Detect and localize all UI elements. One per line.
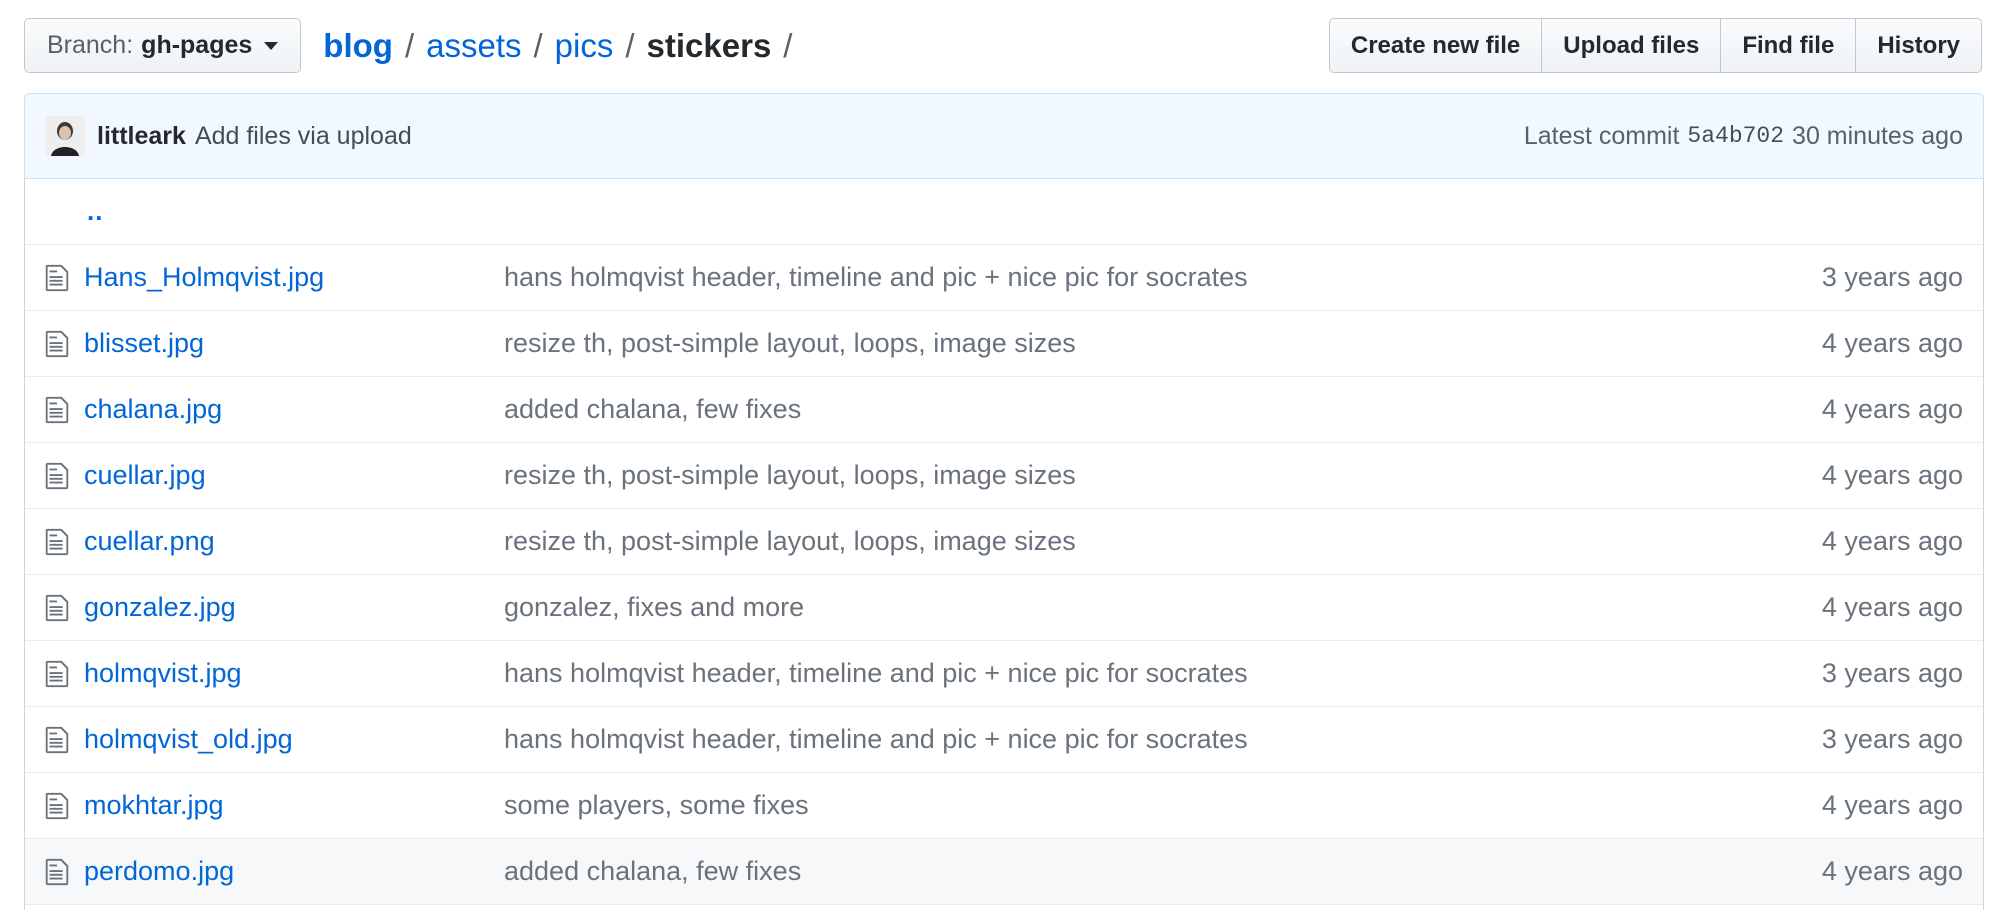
file-age: 4 years ago: [1821, 460, 1963, 490]
file-commit-message-link[interactable]: hans holmqvist header, timeline and pic …: [504, 658, 1822, 689]
breadcrumb-separator: /: [533, 27, 543, 64]
table-row: chalana.jpg added chalana, few fixes 4 y…: [25, 377, 1983, 443]
table-row: Hans_Holmqvist.jpg hans holmqvist header…: [25, 245, 1983, 311]
file-commit-message-link[interactable]: added chalana, few fixes: [504, 856, 1822, 887]
table-row: holmqvist_old.jpg hans holmqvist header,…: [25, 707, 1983, 773]
file-name-link[interactable]: Hans_Holmqvist.jpg: [84, 262, 504, 293]
file-name-link[interactable]: perdomo.jpg: [84, 856, 504, 887]
file-commit-message-link[interactable]: resize th, post-simple layout, loops, im…: [504, 328, 1822, 359]
breadcrumb: blog / assets / pics / stickers /: [323, 29, 804, 62]
table-row: cuellar.png resize th, post-simple layou…: [25, 509, 1983, 575]
commit-meta: Latest commit 5a4b702 30 minutes ago: [1524, 122, 1963, 151]
file-age: 4 years ago: [1821, 394, 1963, 424]
file-text-icon: [45, 329, 73, 359]
file-age: 3 years ago: [1821, 724, 1963, 754]
file-text-icon: [45, 659, 73, 689]
file-commit-message-link[interactable]: resize th, post-simple layout, loops, im…: [504, 460, 1822, 491]
file-commit-message-link[interactable]: added chalana, few fixes: [504, 394, 1822, 425]
parent-directory-link[interactable]: ..: [87, 196, 103, 227]
file-age: 4 years ago: [1821, 526, 1963, 556]
breadcrumb-repo-link[interactable]: blog: [323, 29, 393, 62]
latest-commit-bar: littleark Add files via upload Latest co…: [24, 93, 1984, 179]
commit-sha-link[interactable]: 5a4b702: [1687, 123, 1784, 149]
file-name-link[interactable]: blisset.jpg: [84, 328, 504, 359]
upload-files-button[interactable]: Upload files: [1541, 18, 1722, 73]
commit-author-link[interactable]: littleark: [97, 122, 186, 151]
table-row: holmqvist.jpg hans holmqvist header, tim…: [25, 641, 1983, 707]
file-text-icon: [45, 527, 73, 557]
table-row: gonzalez.jpg gonzalez, fixes and more 4 …: [25, 575, 1983, 641]
history-button[interactable]: History: [1855, 18, 1982, 73]
file-name-link[interactable]: cuellar.png: [84, 526, 504, 557]
file-list: .. Hans_Holmqvist.jpg hans holmqvist hea…: [24, 179, 1984, 910]
file-commit-message-link[interactable]: gonzalez, fixes and more: [504, 592, 1822, 623]
file-name-link[interactable]: holmqvist_old.jpg: [84, 724, 504, 755]
breadcrumb-assets-link[interactable]: assets: [426, 29, 521, 62]
file-age: 4 years ago: [1821, 856, 1963, 886]
breadcrumb-separator: /: [404, 27, 415, 64]
file-name-link[interactable]: holmqvist.jpg: [84, 658, 504, 689]
file-navigation: Branch: gh-pages blog / assets / pics / …: [24, 18, 1982, 73]
avatar[interactable]: [45, 116, 85, 156]
breadcrumb-separator: /: [625, 27, 635, 64]
file-text-icon: [45, 263, 73, 293]
file-age: 3 years ago: [1821, 658, 1963, 688]
table-row: mokhtar.jpg some players, some fixes 4 y…: [25, 773, 1983, 839]
file-commit-message-link[interactable]: hans holmqvist header, timeline and pic …: [504, 262, 1822, 293]
file-age: 4 years ago: [1821, 592, 1963, 622]
create-new-file-button[interactable]: Create new file: [1328, 18, 1543, 73]
file-text-icon: [45, 791, 73, 821]
file-name-link[interactable]: mokhtar.jpg: [84, 790, 504, 821]
file-commit-message-link[interactable]: hans holmqvist header, timeline and pic …: [504, 724, 1822, 755]
file-age: 3 years ago: [1821, 262, 1963, 292]
commit-message-link[interactable]: Add files via upload: [195, 122, 412, 151]
latest-commit-label: Latest commit: [1523, 121, 1680, 150]
breadcrumb-current-dir: stickers: [646, 27, 772, 64]
file-name-link[interactable]: cuellar.jpg: [84, 460, 504, 491]
branch-select-button[interactable]: Branch: gh-pages: [24, 18, 302, 73]
file-text-icon: [45, 857, 73, 887]
file-text-icon: [45, 461, 73, 491]
file-text-icon: [45, 395, 73, 425]
file-age: 4 years ago: [1821, 328, 1963, 358]
file-text-icon: [45, 593, 73, 623]
branch-name: gh-pages: [141, 31, 253, 59]
file-age: 4 years ago: [1821, 790, 1963, 820]
breadcrumb-pics-link[interactable]: pics: [555, 29, 614, 62]
file-commit-message-link[interactable]: some players, some fixes: [504, 790, 1822, 821]
file-actions-group: Create new file Upload files Find file H…: [1328, 18, 1982, 73]
repo-file-browser: Branch: gh-pages blog / assets / pics / …: [0, 0, 2002, 910]
table-row: perdomo.jpg added chalana, few fixes 4 y…: [25, 839, 1983, 905]
table-row: cuellar.jpg resize th, post-simple layou…: [25, 443, 1983, 509]
file-name-link[interactable]: chalana.jpg: [84, 394, 504, 425]
branch-label: Branch:: [47, 31, 134, 59]
file-text-icon: [45, 725, 73, 755]
file-commit-message-link[interactable]: resize th, post-simple layout, loops, im…: [504, 526, 1822, 557]
breadcrumb-separator: /: [783, 27, 793, 64]
commit-time: 30 minutes ago: [1792, 121, 1963, 150]
parent-directory-row: ..: [25, 179, 1983, 245]
find-file-button[interactable]: Find file: [1720, 18, 1857, 73]
caret-down-icon: [264, 41, 279, 50]
file-name-link[interactable]: gonzalez.jpg: [84, 592, 504, 623]
table-row: blisset.jpg resize th, post-simple layou…: [25, 311, 1983, 377]
